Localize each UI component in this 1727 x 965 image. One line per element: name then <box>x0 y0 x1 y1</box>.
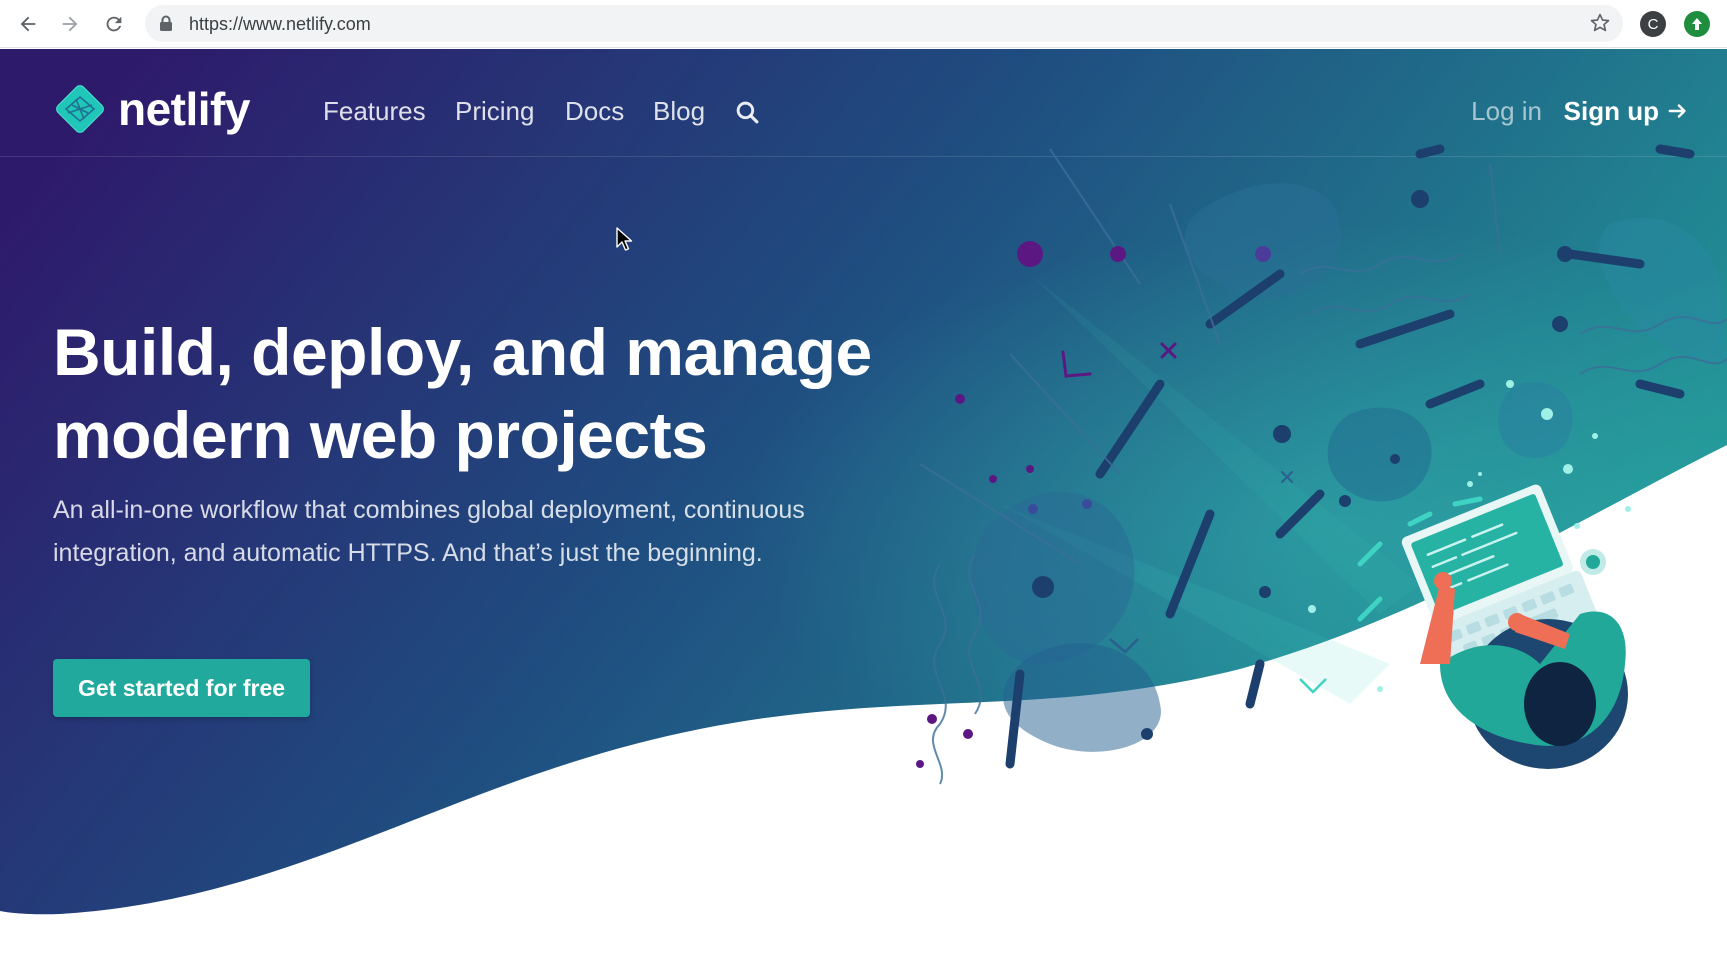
logo-text: netlify <box>118 83 250 135</box>
address-bar[interactable]: https://www.netlify.com <box>145 5 1623 42</box>
site-header: netlify Features Pricing Docs Blog Log i… <box>0 49 1727 157</box>
star-icon[interactable] <box>1589 12 1611 39</box>
hero-illustration <box>916 144 1727 785</box>
mouse-cursor-icon <box>616 227 633 251</box>
forward-arrow-icon <box>62 16 78 32</box>
signup-link[interactable]: Sign up <box>1564 97 1689 125</box>
netlify-logo[interactable]: netlify <box>54 83 250 135</box>
back-arrow-icon <box>20 16 36 32</box>
nav-pricing[interactable]: Pricing <box>455 97 534 125</box>
hero-title-line-2: modern web projects <box>53 398 708 472</box>
arrow-right-icon <box>1668 104 1686 118</box>
back-button[interactable] <box>12 8 44 40</box>
nav-features[interactable]: Features <box>323 97 426 125</box>
browser-toolbar: https://www.netlify.com C <box>0 0 1727 48</box>
reload-button[interactable] <box>98 8 130 40</box>
profile-avatar[interactable]: C <box>1640 11 1666 37</box>
profile-initial: C <box>1647 15 1659 33</box>
hero-subtitle: An all-in-one workflow that combines glo… <box>53 496 805 567</box>
extension-update-icon[interactable] <box>1684 11 1710 37</box>
netlify-diamond-icon <box>56 85 104 133</box>
x-mark <box>1160 342 1177 359</box>
lock-icon <box>159 15 173 37</box>
url-text[interactable]: https://www.netlify.com <box>189 14 371 34</box>
reload-icon <box>106 16 122 32</box>
squiggle-line <box>932 563 947 785</box>
signup-label: Sign up <box>1563 96 1659 126</box>
nav-docs[interactable]: Docs <box>565 97 624 125</box>
search-icon[interactable] <box>735 100 760 130</box>
nav-blog[interactable]: Blog <box>653 97 705 125</box>
login-link[interactable]: Log in <box>1471 97 1542 125</box>
hero-title: Build, deploy, and manage modern web pro… <box>53 311 953 477</box>
forward-button[interactable] <box>54 8 86 40</box>
get-started-button[interactable]: Get started for free <box>53 659 310 717</box>
netlify-page: netlify Features Pricing Docs Blog Log i… <box>0 49 1727 965</box>
hero-title-line-1: Build, deploy, and manage <box>53 315 872 389</box>
